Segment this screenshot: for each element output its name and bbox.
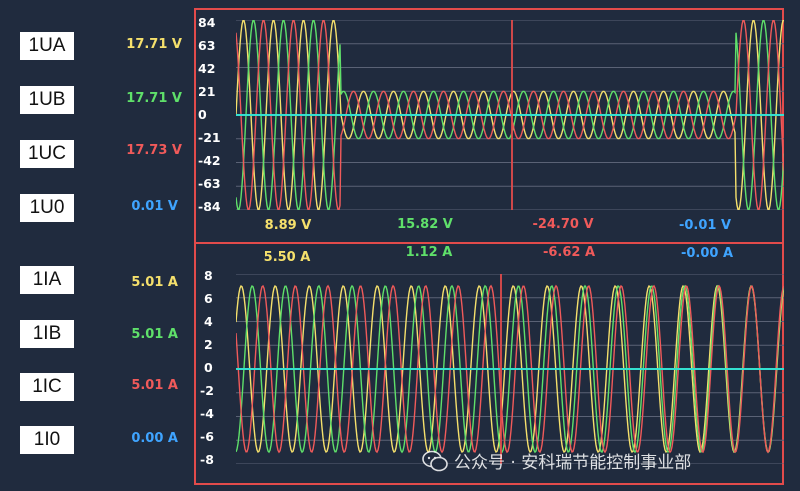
channel-value-1ib: 5.01 A [131,327,178,342]
channel-label-1uc: 1UC [20,140,74,168]
channel-label-1ua: 1UA [20,32,74,60]
current-tick: -6 [200,429,214,444]
watermark-text: 公众号 · 安科瑞节能控制事业部 [454,453,692,473]
watermark: 公众号 · 安科瑞节能控制事业部 [422,448,691,473]
cursor-current-0: -0.00 A [680,246,734,261]
cursor-voltage-b: 15.82 V [397,217,453,232]
voltage-tick: -21 [198,130,221,145]
channel-value-1i0: 0.00 A [131,431,178,446]
current-tick: 4 [204,314,213,329]
channel-label-1i0: 1I0 [20,426,74,454]
current-waveform-chart [236,274,784,464]
channel-label-1ic: 1IC [20,373,74,401]
cursor-current-c: -6.62 A [542,245,596,260]
voltage-waveform-chart [236,20,784,210]
voltage-tick: 84 [198,15,216,30]
voltage-tick: -84 [198,199,221,214]
current-tick: 0 [204,360,213,375]
voltage-tick: -63 [198,176,221,191]
cursor-current-b: 1.12 A [405,245,453,260]
channel-value-1ua: 17.71 V [126,37,182,52]
cursor-voltage-0: -0.01 V [678,218,732,233]
channel-value-1ia: 5.01 A [131,275,178,290]
current-tick: -8 [200,452,214,467]
channel-value-1uc: 17.73 V [126,143,182,158]
wechat-icon [422,450,448,472]
current-tick: 2 [204,337,213,352]
cursor-voltage-a: 8.89 V [264,218,312,233]
channel-label-1ub: 1UB [20,86,74,114]
voltage-tick: 21 [198,84,216,99]
channel-label-1u0: 1U0 [20,194,74,222]
channel-label-1ib: 1IB [20,320,74,348]
channel-value-1u0: 0.01 V [131,199,178,214]
cursor-current-a: 5.50 A [263,250,311,265]
cursor-voltage-c: -24.70 V [532,217,594,232]
current-tick: -2 [200,383,214,398]
current-tick: 8 [204,268,213,283]
current-tick: 6 [204,291,213,306]
channel-value-1ub: 17.71 V [126,91,182,106]
voltage-tick: 42 [198,61,216,76]
voltage-tick: 0 [198,107,207,122]
voltage-tick: 63 [198,38,216,53]
current-tick: -4 [200,406,214,421]
channel-value-1ic: 5.01 A [131,378,178,393]
channel-label-1ia: 1IA [20,266,74,294]
voltage-tick: -42 [198,153,221,168]
